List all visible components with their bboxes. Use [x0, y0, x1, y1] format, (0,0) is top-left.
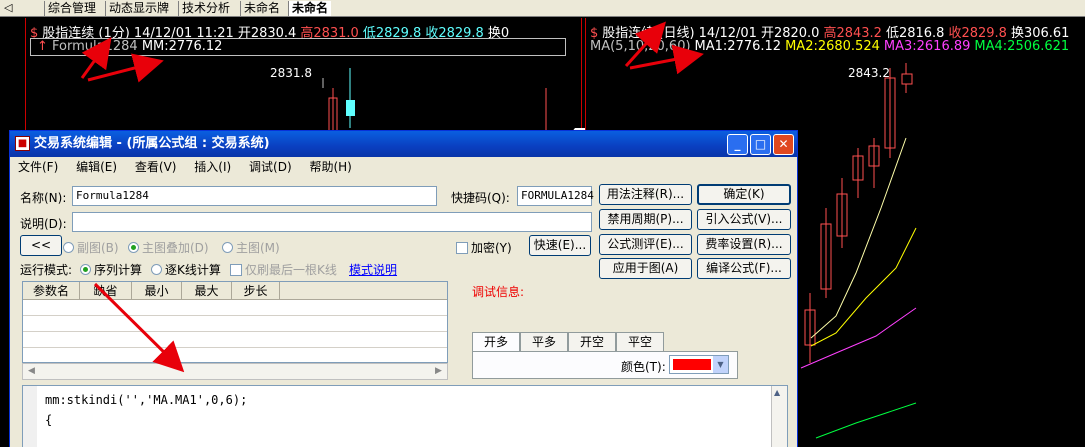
name-label: 名称(N):: [20, 191, 67, 205]
sequence-calc-label: 序列计算: [94, 263, 143, 277]
radio-main-label: 主图(M): [236, 241, 280, 255]
apply-to-chart-button[interactable]: 应用于图(A): [599, 258, 692, 279]
formula-name-input[interactable]: Formula1284: [72, 186, 437, 206]
radio-subchart-label: 副图(B): [77, 241, 119, 255]
encrypt-checkbox[interactable]: 加密(Y): [456, 239, 512, 256]
quick-button[interactable]: 快速(E)...: [529, 235, 591, 256]
run-mode-label: 运行模式:: [20, 263, 73, 277]
parameter-grid[interactable]: 参数名 缺省 最小 最大 步长: [22, 281, 448, 363]
tab-general-management[interactable]: 综合管理: [44, 1, 99, 16]
trading-system-editor-dialog[interactable]: ■ 交易系统编辑 - (所属公式组 : 交易系统) _ □ ✕ 文件(F) 编辑…: [9, 130, 798, 447]
radio-icon: [151, 264, 162, 275]
col-param-name[interactable]: 参数名: [23, 282, 80, 299]
mm-value: MM:2776.12: [141, 39, 223, 54]
checkbox-icon: [230, 264, 242, 276]
tab-close-short[interactable]: 平空: [616, 332, 664, 352]
usage-notes-button[interactable]: 用法注释(R)...: [599, 184, 692, 205]
tab-untitled-2[interactable]: 未命名: [288, 1, 332, 16]
radio-icon: [63, 242, 74, 253]
description-input[interactable]: [72, 212, 592, 232]
editor-vertical-scrollbar[interactable]: ▲: [771, 386, 787, 447]
dialog-titlebar[interactable]: ■ 交易系统编辑 - (所属公式组 : 交易系统) _ □ ✕: [10, 131, 797, 157]
color-select[interactable]: ▼: [669, 355, 729, 374]
formula-test-button[interactable]: 公式测评(E)...: [599, 234, 692, 255]
formula-indicator-line[interactable]: ↑ Formula1284 MM:2776.12: [30, 38, 566, 56]
grid-header: 参数名 缺省 最小 最大 步长: [23, 282, 447, 300]
radio-overlay-label: 主图叠加(D): [142, 241, 209, 255]
table-row[interactable]: [23, 316, 447, 332]
compile-formula-button[interactable]: 编译公式(F)...: [697, 258, 791, 279]
formula-code-editor[interactable]: mm:stkindi('','MA.MA1',0,6); { ▲: [22, 385, 788, 447]
radio-sequence-calc[interactable]: 序列计算: [80, 261, 142, 278]
menu-file[interactable]: 文件(F): [18, 160, 58, 174]
menu-debug[interactable]: 调试(D): [249, 160, 292, 174]
color-label: 颜色(T):: [621, 360, 666, 374]
minimize-icon[interactable]: _: [727, 134, 748, 155]
radio-icon: [128, 242, 139, 253]
description-label: 说明(D):: [20, 217, 67, 231]
col-min[interactable]: 最小: [132, 282, 182, 299]
radio-per-bar-calc[interactable]: 逐K线计算: [151, 261, 221, 278]
tab-technical-analysis[interactable]: 技术分析: [178, 1, 233, 16]
fee-settings-button[interactable]: 费率设置(R)...: [697, 234, 791, 255]
radio-icon: [80, 264, 91, 275]
chevron-down-icon[interactable]: ▼: [713, 356, 728, 373]
radio-main-chart[interactable]: 主图(M): [222, 239, 280, 256]
maximize-icon[interactable]: □: [750, 134, 771, 155]
app-icon: ■: [15, 136, 30, 151]
tab-scroll-left-icon[interactable]: ◁: [4, 1, 12, 14]
col-default[interactable]: 缺省: [80, 282, 132, 299]
hotkey-input[interactable]: FORMULA1284: [517, 186, 594, 206]
radio-main-overlay[interactable]: 主图叠加(D): [128, 239, 209, 256]
ok-button[interactable]: 确定(K): [697, 184, 791, 205]
mode-help-link[interactable]: 模式说明: [349, 261, 397, 278]
editor-gutter: [23, 386, 37, 447]
scroll-right-icon[interactable]: ▶: [431, 365, 446, 378]
color-swatch: [673, 359, 711, 370]
debug-info-label: 调试信息:: [472, 285, 525, 299]
radio-subchart[interactable]: 副图(B): [63, 239, 119, 256]
scroll-up-icon[interactable]: ▲: [774, 388, 780, 397]
last-bar-only-checkbox[interactable]: 仅刷最后一根K线: [230, 261, 337, 278]
table-row[interactable]: [23, 300, 447, 316]
menu-edit[interactable]: 编辑(E): [76, 160, 117, 174]
hotkey-label: 快捷码(Q):: [451, 191, 510, 205]
encrypt-label: 加密(Y): [471, 241, 512, 255]
collapse-button[interactable]: <<: [20, 235, 62, 256]
scroll-left-icon[interactable]: ◀: [24, 365, 39, 378]
forbid-period-button[interactable]: 禁用周期(P)...: [599, 209, 692, 230]
up-arrow-icon: ↑: [37, 39, 48, 54]
formula-name: Formula1284: [52, 39, 138, 54]
code-line: {: [45, 413, 53, 427]
code-text[interactable]: mm:stkindi('','MA.MA1',0,6); {: [45, 390, 247, 430]
workspace-tab-bar: ◁ 综合管理 动态显示牌 技术分析 未命名 未命名: [0, 0, 1085, 17]
tab-open-short[interactable]: 开空: [568, 332, 616, 352]
tab-close-long[interactable]: 平多: [520, 332, 568, 352]
col-max[interactable]: 最大: [182, 282, 232, 299]
tab-dynamic-board[interactable]: 动态显示牌: [105, 1, 172, 16]
last-bar-only-label: 仅刷最后一根K线: [245, 263, 337, 277]
menu-help[interactable]: 帮助(H): [309, 160, 351, 174]
dialog-title: 交易系统编辑 - (所属公式组 : 交易系统): [34, 136, 270, 151]
tab-open-long[interactable]: 开多: [472, 332, 520, 352]
import-formula-button[interactable]: 引入公式(V)...: [697, 209, 791, 230]
dialog-menubar: 文件(F) 编辑(E) 查看(V) 插入(I) 调试(D) 帮助(H): [10, 157, 797, 177]
checkbox-icon: [456, 242, 468, 254]
tab-untitled-1[interactable]: 未命名: [240, 1, 283, 16]
grid-horizontal-scrollbar[interactable]: ◀ ▶: [22, 363, 448, 380]
radio-icon: [222, 242, 233, 253]
menu-view[interactable]: 查看(V): [135, 160, 177, 174]
table-row[interactable]: [23, 332, 447, 348]
per-bar-calc-label: 逐K线计算: [165, 263, 221, 277]
close-icon[interactable]: ✕: [773, 134, 794, 155]
col-step[interactable]: 步长: [232, 282, 280, 299]
signal-tab-panel: 颜色(T): ▼: [472, 351, 738, 379]
code-line: mm:stkindi('','MA.MA1',0,6);: [45, 393, 248, 407]
menu-insert[interactable]: 插入(I): [194, 160, 231, 174]
